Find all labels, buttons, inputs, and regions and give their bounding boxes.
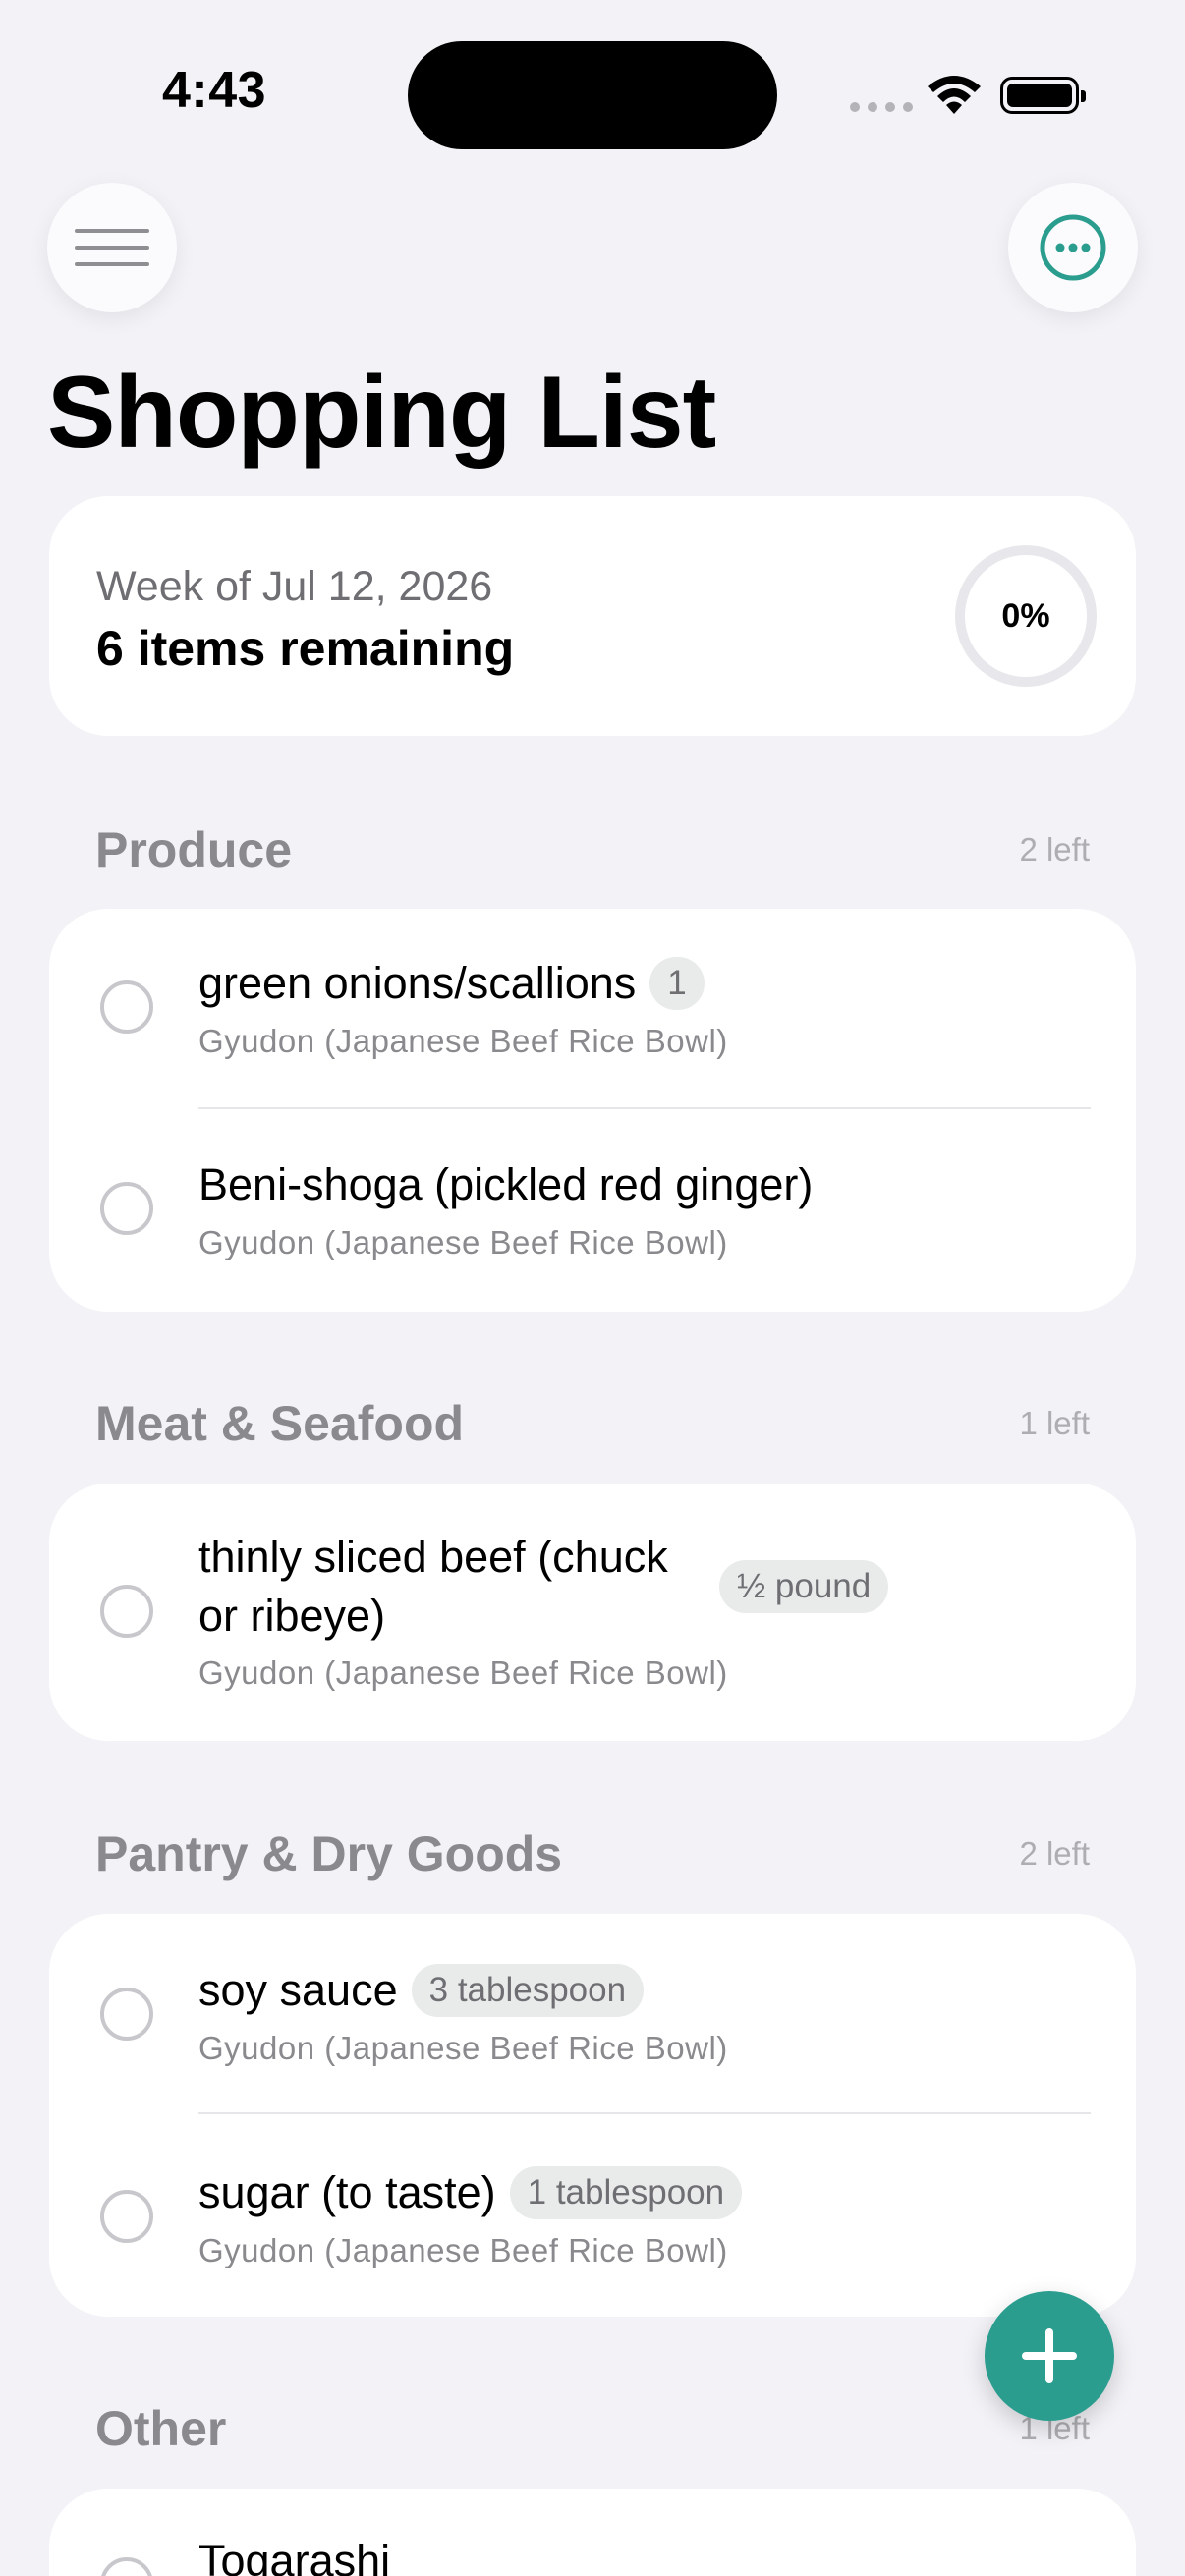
dynamic-island xyxy=(408,41,777,149)
ellipsis-circle-icon xyxy=(1040,214,1106,281)
quantity-badge: ½ pound xyxy=(719,1560,889,1613)
checkbox[interactable] xyxy=(100,980,153,1034)
progress-label: 0% xyxy=(1001,596,1050,635)
list-item[interactable]: thinly sliced beef (chuck or ribeye) ½ p… xyxy=(49,1484,1136,1741)
checkbox[interactable] xyxy=(100,2557,153,2576)
item-recipe: Gyudon (Japanese Beef Rice Bowl) xyxy=(198,1654,728,1691)
list-item[interactable]: soy sauce 3 tablespoon Gyudon (Japanese B… xyxy=(49,1914,1136,2114)
items-remaining: 6 items remaining xyxy=(96,621,515,676)
list-item[interactable]: sugar (to taste) 1 tablespoon Gyudon (Jap… xyxy=(49,2114,1136,2317)
menu-button[interactable] xyxy=(47,183,177,312)
summary-card: Week of Jul 12, 2026 6 items remaining 0… xyxy=(49,496,1136,736)
section-card-pantry: soy sauce 3 tablespoon Gyudon (Japanese B… xyxy=(49,1914,1136,2317)
section-count-pantry: 2 left xyxy=(1019,1835,1090,1872)
checkbox[interactable] xyxy=(100,1182,153,1235)
section-card-meat-seafood: thinly sliced beef (chuck or ribeye) ½ p… xyxy=(49,1484,1136,1741)
quantity-badge: 3 tablespoon xyxy=(411,1964,645,2017)
section-card-produce: green onions/scallions 1 Gyudon (Japanese… xyxy=(49,909,1136,1312)
section-count-meat-seafood: 1 left xyxy=(1019,1405,1090,1441)
wifi-icon xyxy=(928,76,981,114)
section-title-other: Other xyxy=(95,2401,227,2456)
item-name: green onions/scallions xyxy=(198,958,637,1008)
item-name: Beni-shoga (pickled red ginger) xyxy=(198,1159,814,1209)
page-title: Shopping List xyxy=(47,356,716,470)
checkbox[interactable] xyxy=(100,1585,153,1638)
cellular-signal-icon xyxy=(850,102,913,112)
list-item[interactable]: Togarashi xyxy=(49,2489,1136,2576)
item-name-line-2: or ribeye) xyxy=(198,1591,386,1641)
item-name: sugar (to taste) xyxy=(198,2167,496,2217)
plus-icon xyxy=(1022,2328,1077,2383)
item-name: soy sauce xyxy=(198,1965,398,2015)
checkbox[interactable] xyxy=(100,1988,153,2041)
section-title-pantry: Pantry & Dry Goods xyxy=(95,1826,563,1881)
quantity-badge: 1 tablespoon xyxy=(509,2166,743,2219)
item-recipe: Gyudon (Japanese Beef Rice Bowl) xyxy=(198,2232,728,2268)
hamburger-icon xyxy=(75,229,149,266)
item-recipe: Gyudon (Japanese Beef Rice Bowl) xyxy=(198,1023,728,1059)
add-item-button[interactable] xyxy=(985,2291,1114,2421)
quantity-badge: 1 xyxy=(649,957,705,1010)
section-count-produce: 2 left xyxy=(1019,831,1090,868)
status-time: 4:43 xyxy=(162,62,267,119)
item-name-line-1: thinly sliced beef (chuck xyxy=(198,1532,668,1582)
list-item[interactable]: Beni-shoga (pickled red ginger) Gyudon (… xyxy=(49,1109,1136,1312)
more-options-button[interactable] xyxy=(1008,183,1138,312)
week-label: Week of Jul 12, 2026 xyxy=(96,563,493,610)
item-recipe: Gyudon (Japanese Beef Rice Bowl) xyxy=(198,1224,728,1260)
list-item[interactable]: green onions/scallions 1 Gyudon (Japanese… xyxy=(49,909,1136,1109)
section-title-produce: Produce xyxy=(95,822,293,877)
item-recipe: Gyudon (Japanese Beef Rice Bowl) xyxy=(198,2030,728,2066)
battery-icon xyxy=(1000,77,1086,114)
item-name: Togarashi xyxy=(198,2536,391,2576)
checkbox[interactable] xyxy=(100,2190,153,2243)
section-title-meat-seafood: Meat & Seafood xyxy=(95,1396,465,1451)
section-card-other: Togarashi xyxy=(49,2489,1136,2576)
